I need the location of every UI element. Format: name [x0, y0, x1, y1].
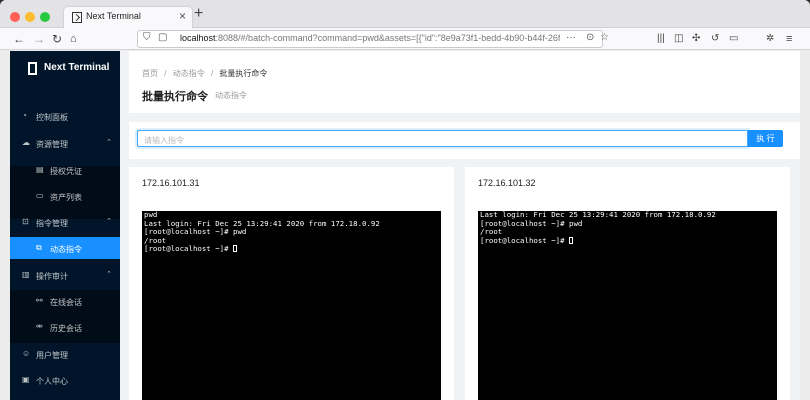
terminal-cursor	[569, 236, 573, 244]
sidebar-item-label: 历史会话	[50, 324, 82, 333]
terminal-card: 172.16.101.31 pwd Last login: Fri Dec 25…	[129, 167, 454, 400]
extensions-icon[interactable]: ✣	[692, 31, 700, 47]
navigation-bar: ← → ↻ ⌂ ⛉ ▢ localhost:8088/#/batch-comma…	[0, 28, 810, 50]
cloud-icon: ☁	[22, 138, 30, 147]
sidebar-item-label: 资产列表	[50, 193, 82, 202]
chevron-up-icon: ⌃	[106, 271, 112, 278]
shield-icon[interactable]: ⛉	[143, 32, 151, 43]
code-icon: ⊡	[22, 217, 29, 226]
sidebar-item-audit[interactable]: ▥ 操作审计 ⌃	[10, 264, 120, 286]
zoom-window-button[interactable]	[40, 12, 50, 22]
sidebar-item-dynamic-commands[interactable]: ⧉ 动态指令	[10, 237, 120, 259]
new-tab-button[interactable]: +	[194, 5, 203, 23]
sidebar-item-label: 用户管理	[36, 351, 68, 360]
id-card-icon: ▤	[36, 165, 44, 174]
sidebar-item-assets[interactable]: ▭ 资产列表	[10, 185, 120, 207]
desktop-icon: ▭	[36, 191, 44, 200]
dashboard-icon: ◔	[22, 111, 27, 120]
library-icon[interactable]: |||	[657, 31, 665, 47]
breadcrumb-separator: /	[164, 69, 167, 78]
sidebar-item-resources[interactable]: ☁ 资源管理 ⌃	[10, 132, 120, 154]
asset-ip: 172.16.101.31	[142, 178, 200, 188]
brand-name: Next Terminal	[44, 62, 110, 73]
logo-mark-icon	[28, 62, 37, 75]
sidebar-item-online-sessions[interactable]: ⚯ 在线会话	[10, 290, 120, 312]
breadcrumb-dynamic-commands[interactable]: 动态指令	[173, 69, 205, 78]
reader-icon[interactable]: ▭	[729, 31, 738, 47]
user-icon: ☺	[22, 349, 31, 358]
undo-icon[interactable]: ↺	[711, 31, 719, 47]
breadcrumb-separator: /	[210, 69, 214, 78]
browser-tab[interactable]: Next Terminal ×	[64, 7, 192, 28]
execute-button[interactable]: 执 行	[748, 130, 783, 147]
terminal-card: 172.16.101.32 Last login: Fri Dec 25 13:…	[465, 167, 790, 400]
sidebar-item-label: 操作审计	[36, 272, 68, 281]
sidebar-item-label: 个人中心	[36, 377, 68, 386]
sidebar-item-label: 在线会话	[50, 298, 82, 307]
page-title: 批量执行命令	[142, 91, 208, 103]
chevron-up-icon: ⌃	[106, 139, 112, 146]
terminal-output: pwd Last login: Fri Dec 25 13:29:41 2020…	[144, 211, 380, 254]
sidebar-item-label: 授权凭证	[50, 167, 82, 176]
terminal-screen[interactable]: Last login: Fri Dec 25 13:29:41 2020 fro…	[478, 211, 777, 400]
page-subtitle: 动态指令	[215, 91, 247, 100]
link-icon: ⚯	[36, 296, 43, 305]
more-actions-icon[interactable]: ···	[566, 32, 576, 43]
brand-logo[interactable]: Next Terminal	[10, 51, 120, 85]
next-terminal-favicon-icon	[72, 12, 82, 23]
url-text[interactable]: localhost:8088/#/batch-command?command=p…	[180, 33, 560, 43]
sidebar-item-commands[interactable]: ⊡ 指令管理 ⌃	[10, 211, 120, 233]
bookmark-star-icon[interactable]: ☆	[600, 32, 609, 43]
minimize-window-button[interactable]	[25, 12, 35, 22]
addons-icon[interactable]: ✲	[766, 31, 774, 47]
breadcrumb: 首页 / 动态指令 / 批量执行命令	[142, 68, 267, 79]
page-info-icon[interactable]: ▢	[158, 32, 167, 43]
close-window-button[interactable]	[10, 12, 20, 22]
breadcrumb-current: 批量执行命令	[219, 69, 268, 78]
tab-bar: Next Terminal × +	[0, 0, 810, 28]
command-bar: 请输入指令 执 行	[129, 122, 800, 159]
pocket-icon[interactable]: ⊙	[586, 32, 594, 43]
command-input[interactable]: 请输入指令	[137, 130, 748, 147]
tab-close-icon[interactable]: ×	[179, 9, 186, 23]
browser-window: Next Terminal × + ← → ↻ ⌂ ⛉ ▢ localhost:…	[0, 0, 810, 400]
terminal-screen[interactable]: pwd Last login: Fri Dec 25 13:29:41 2020…	[142, 211, 441, 400]
terminal-cursor	[233, 245, 237, 253]
chevron-up-icon: ⌃	[106, 218, 112, 225]
tab-title: Next Terminal	[86, 11, 141, 21]
reload-icon[interactable]: ↻	[52, 31, 62, 47]
sidebar-item-history-sessions[interactable]: ⚮ 历史会话	[10, 316, 120, 338]
menu-icon[interactable]: ≡	[786, 31, 792, 47]
sidebar-item-label: 动态指令	[50, 245, 82, 254]
sidebar-item-credentials[interactable]: ▤ 授权凭证	[10, 159, 120, 181]
forward-icon[interactable]: →	[33, 31, 45, 47]
home-icon[interactable]: ⌂	[70, 31, 77, 47]
sidebar-item-label: 控制面板	[36, 113, 68, 122]
sidebar: Next Terminal ◔ 控制面板 ☁ 资源管理 ⌃ ▤ 授权凭证 ▭ 资…	[10, 51, 120, 400]
disconnect-icon: ⚮	[36, 322, 43, 331]
sidebar-icon[interactable]: ◫	[674, 31, 683, 47]
sidebar-item-profile[interactable]: ▣ 个人中心	[10, 369, 120, 391]
block-icon: ⧉	[36, 243, 42, 252]
sidebar-item-label: 资源管理	[36, 140, 68, 149]
page-header: 首页 / 动态指令 / 批量执行命令 批量执行命令 动态指令	[129, 51, 800, 113]
sidebar-item-users[interactable]: ☺ 用户管理	[10, 343, 120, 365]
app-container: Next Terminal ◔ 控制面板 ☁ 资源管理 ⌃ ▤ 授权凭证 ▭ 资…	[10, 51, 800, 400]
breadcrumb-home[interactable]: 首页	[142, 69, 158, 78]
profile-icon: ▣	[22, 375, 30, 384]
back-icon[interactable]: ←	[13, 31, 25, 47]
address-bar[interactable]: ⛉ ▢ localhost:8088/#/batch-command?comma…	[137, 30, 609, 48]
audit-icon: ▥	[22, 270, 30, 279]
asset-ip: 172.16.101.32	[478, 178, 536, 188]
sidebar-item-label: 指令管理	[36, 219, 68, 228]
terminal-output: Last login: Fri Dec 25 13:29:41 2020 fro…	[480, 211, 716, 245]
sidebar-item-dashboard[interactable]: ◔ 控制面板	[10, 105, 120, 127]
